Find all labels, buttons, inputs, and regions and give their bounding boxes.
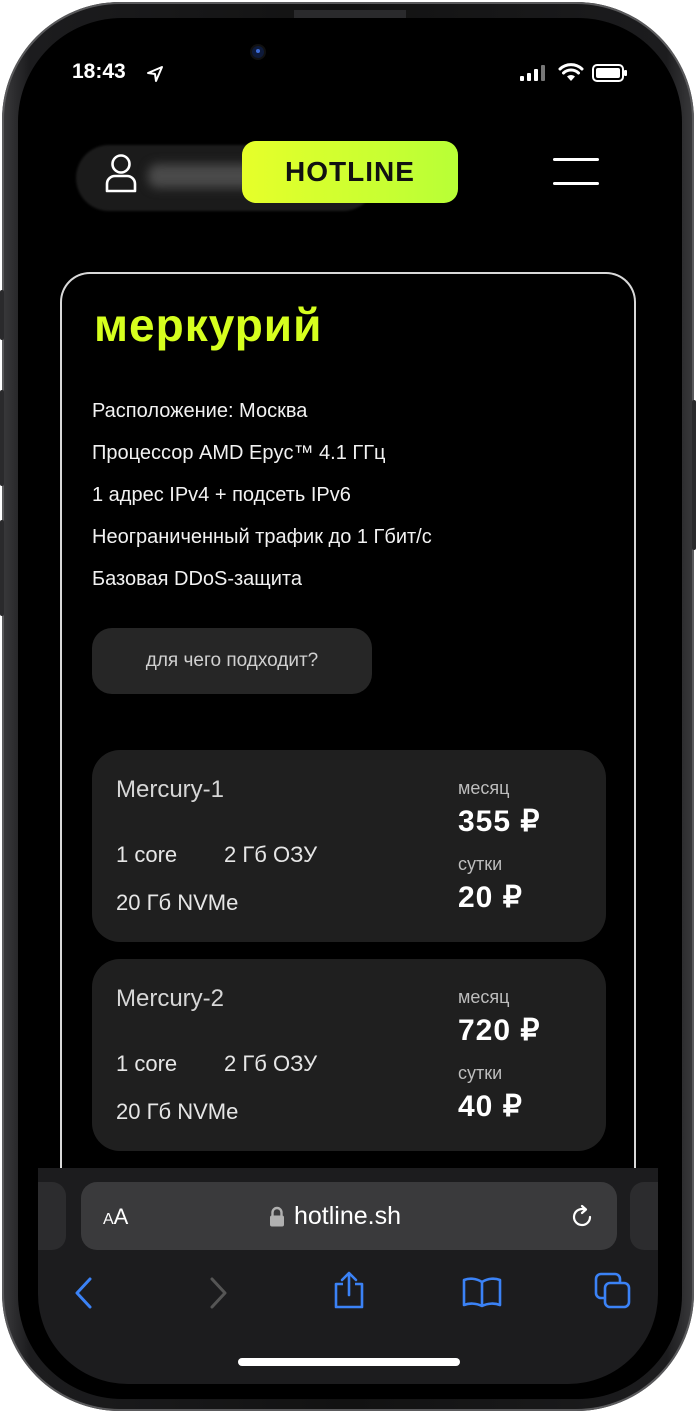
battery-icon bbox=[592, 64, 627, 82]
address-bar[interactable]: AA hotline.sh bbox=[81, 1182, 617, 1250]
front-camera bbox=[252, 46, 264, 58]
bookmarks-icon[interactable] bbox=[462, 1276, 502, 1308]
tabs-icon[interactable] bbox=[594, 1272, 632, 1310]
tariff-name: Mercury-2 bbox=[116, 985, 225, 1012]
tariff-ram: 2 Гб ОЗУ bbox=[224, 1051, 318, 1076]
previous-tab-peek[interactable] bbox=[38, 1182, 66, 1250]
volume-up-button bbox=[0, 390, 4, 486]
plan-card: меркурий Расположение: Москва Процессор … bbox=[60, 272, 636, 1202]
volume-down-button bbox=[0, 520, 4, 616]
tariff-disk: 20 Гб NVMe bbox=[116, 890, 239, 915]
month-label: месяц bbox=[458, 987, 510, 1007]
share-icon[interactable] bbox=[332, 1270, 366, 1310]
back-icon[interactable] bbox=[72, 1276, 94, 1310]
tariff-disk: 20 Гб NVMe bbox=[116, 1099, 239, 1124]
site-header: HOTLINE bbox=[38, 100, 658, 250]
lock-icon bbox=[270, 1206, 284, 1227]
month-price: 720 ₽ bbox=[458, 1014, 541, 1047]
hamburger-menu-icon[interactable] bbox=[553, 158, 599, 188]
location-arrow-icon bbox=[147, 66, 163, 82]
notch bbox=[222, 30, 474, 88]
plan-title: меркурий bbox=[94, 299, 323, 351]
day-label: сутки bbox=[458, 1063, 503, 1083]
month-price: 355 ₽ bbox=[458, 805, 541, 838]
forward-icon[interactable] bbox=[208, 1276, 230, 1310]
user-icon[interactable] bbox=[104, 153, 138, 193]
tariff-cores: 1 core bbox=[116, 842, 178, 867]
next-tab-peek[interactable] bbox=[630, 1182, 658, 1250]
feature-ddos: Базовая DDoS-защита bbox=[92, 568, 302, 590]
feature-location: Расположение: Москва bbox=[92, 400, 308, 422]
tariff-name: Mercury-1 bbox=[116, 776, 225, 803]
feature-cpu: Процессор AMD Epyc™ 4.1 ГГц bbox=[92, 442, 386, 464]
day-price: 20 ₽ bbox=[458, 881, 523, 914]
brand-logo[interactable]: HOTLINE bbox=[242, 141, 458, 203]
status-time: 18:43 bbox=[72, 60, 126, 83]
safari-bottom-bar: AA hotline.sh bbox=[38, 1168, 658, 1384]
month-label: месяц bbox=[458, 778, 510, 798]
day-label: сутки bbox=[458, 854, 503, 874]
wifi-icon bbox=[558, 63, 584, 81]
feature-ip: 1 адрес IPv4 + подсеть IPv6 bbox=[92, 484, 351, 506]
feature-traffic: Неограниченный трафик до 1 Гбит/с bbox=[92, 526, 432, 548]
tariff-card-mercury-2[interactable]: Mercury-2 1 core 2 Гб ОЗУ 20 Гб NVMe мес… bbox=[92, 959, 606, 1151]
power-button bbox=[692, 400, 696, 550]
url-text: hotline.sh bbox=[294, 1202, 402, 1230]
home-indicator[interactable] bbox=[238, 1358, 460, 1366]
day-price: 40 ₽ bbox=[458, 1090, 523, 1123]
silent-switch bbox=[0, 290, 4, 340]
usecase-button[interactable]: для чего подходит? bbox=[92, 628, 372, 694]
feature-list: Расположение: Москва Процессор AMD Epyc™… bbox=[92, 390, 432, 600]
text-size-button[interactable]: AA bbox=[103, 1204, 128, 1230]
tariff-cores: 1 core bbox=[116, 1051, 178, 1076]
screen: 18:43 HOTLINE меркурий Расположение: Мос… bbox=[38, 30, 658, 1384]
tariff-card-mercury-1[interactable]: Mercury-1 1 core 2 Гб ОЗУ 20 Гб NVMe мес… bbox=[92, 750, 606, 942]
reload-icon[interactable] bbox=[569, 1204, 595, 1230]
cellular-signal-icon bbox=[520, 65, 545, 81]
web-content: HOTLINE меркурий Расположение: Москва Пр… bbox=[38, 100, 658, 1202]
tariff-ram: 2 Гб ОЗУ bbox=[224, 842, 318, 867]
